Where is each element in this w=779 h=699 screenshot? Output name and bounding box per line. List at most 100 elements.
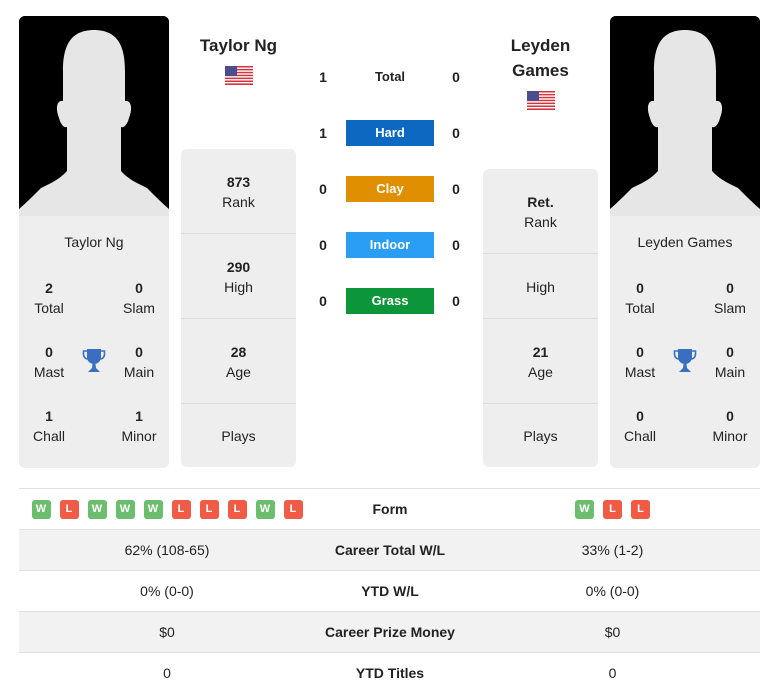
h2h-indoor-row: 0 Indoor 0	[300, 231, 480, 259]
player1-card-name[interactable]: Taylor Ng	[19, 234, 169, 250]
h2h-grass-p1: 0	[319, 293, 327, 309]
titles-minor-value: 0	[726, 408, 734, 424]
h2h-indoor-p1: 0	[319, 237, 327, 253]
h2h-clay-p1: 0	[319, 181, 327, 197]
player1-ytd-wl: 0% (0-0)	[140, 583, 194, 599]
titles-main-value: 0	[135, 344, 143, 360]
titles-minor: 1 Minor	[109, 406, 169, 446]
player1-form: WLWWWLLLWL	[19, 489, 315, 529]
surface-indoor-badge[interactable]: Indoor	[346, 232, 434, 258]
form-win-badge[interactable]: W	[143, 499, 163, 519]
player2-career-wl: 33% (1-2)	[581, 542, 644, 558]
player2-card-name[interactable]: Leyden Games	[610, 234, 760, 250]
titles-main: 0 Main	[109, 342, 169, 382]
form-loss-badge[interactable]: L	[283, 499, 303, 519]
player2-age: 21 Age	[483, 319, 598, 404]
silhouette-icon	[19, 16, 169, 216]
titles-chall-label: Chall	[624, 428, 656, 444]
player1-photo[interactable]	[19, 16, 169, 216]
player1-ytd-titles: 0	[163, 665, 171, 681]
form-label: Form	[372, 501, 408, 517]
surface-clay-badge[interactable]: Clay	[346, 176, 434, 202]
player2-stats-panel: Ret. Rank High 21 Age Plays	[483, 169, 598, 467]
form-loss-badge[interactable]: L	[59, 499, 79, 519]
titles-main: 0 Main	[700, 342, 760, 382]
titles-total-value: 2	[45, 280, 53, 296]
player2-rank-value: Ret.	[527, 193, 554, 210]
player2-plays: Plays	[483, 404, 598, 467]
titles-slam-value: 0	[135, 280, 143, 296]
form-win-badge[interactable]: W	[115, 499, 135, 519]
ytd-wl-label: YTD W/L	[361, 583, 419, 599]
player2-plays-label: Plays	[523, 427, 558, 444]
h2h-hard-row: 1 Hard 0	[300, 119, 480, 147]
career-wl-label: Career Total W/L	[334, 542, 446, 558]
titles-main-label: Main	[714, 364, 746, 380]
player1-stats-panel: 873 Rank 290 High 28 Age Plays	[181, 149, 296, 467]
player2-age-label: Age	[528, 363, 553, 380]
player1-plays: Plays	[181, 404, 296, 467]
form-loss-badge[interactable]: L	[227, 499, 247, 519]
form-win-badge[interactable]: W	[255, 499, 275, 519]
form-win-badge[interactable]: W	[575, 499, 594, 519]
titles-mast-value: 0	[45, 344, 53, 360]
ytd-titles-label: YTD Titles	[355, 665, 425, 681]
h2h-clay-row: 0 Clay 0	[300, 175, 480, 203]
player1-plays-label: Plays	[221, 427, 256, 444]
trophy-icon	[82, 348, 106, 374]
player2-titles-grid: 0 Total 0 Slam 0 Mast 0 Main 0 Chall 0 M…	[610, 278, 760, 468]
form-loss-badge[interactable]: L	[171, 499, 191, 519]
player2-form-badges: WLL	[465, 489, 760, 529]
surface-grass-badge[interactable]: Grass	[346, 288, 434, 314]
h2h-grass-p2: 0	[452, 293, 460, 309]
h2h-indoor-p2: 0	[452, 237, 460, 253]
surface-hard-badge[interactable]: Hard	[346, 120, 434, 146]
titles-minor: 0 Minor	[700, 406, 760, 446]
player2-high-label: High	[526, 278, 555, 295]
player2-photo[interactable]	[610, 16, 760, 216]
player1-high: 290 High	[181, 234, 296, 319]
h2h-total-p2: 0	[452, 69, 460, 85]
player2-form: WLL	[465, 489, 760, 529]
h2h-total-row: 1 Total 0	[300, 63, 480, 91]
player1-name-link[interactable]: Taylor Ng	[181, 33, 296, 58]
ytd-titles-row: 0 YTD Titles 0	[19, 653, 760, 694]
prize-money-row: $0 Career Prize Money $0	[19, 612, 760, 653]
titles-mast-label: Mast	[624, 364, 656, 380]
form-row: WLWWWLLLWL Form WLL	[19, 489, 760, 530]
ytd-wl-row: 0% (0-0) YTD W/L 0% (0-0)	[19, 571, 760, 612]
form-loss-badge[interactable]: L	[603, 499, 622, 519]
trophy-icon	[673, 348, 697, 374]
form-loss-badge[interactable]: L	[631, 499, 650, 519]
player1-age: 28 Age	[181, 319, 296, 404]
player1-card: Taylor Ng 2 Total 0 Slam 0 Mast 0 Main 1…	[19, 16, 169, 468]
us-flag-icon	[225, 66, 253, 85]
player2-rank-label: Rank	[524, 213, 557, 230]
player2-ytd-wl: 0% (0-0)	[585, 583, 640, 599]
player1-rank-value: 873	[226, 173, 251, 190]
surface-total-label: Total	[374, 69, 406, 84]
player2-prize-money: $0	[604, 624, 621, 640]
form-win-badge[interactable]: W	[87, 499, 107, 519]
titles-main-value: 0	[726, 344, 734, 360]
titles-total-label: Total	[625, 300, 655, 316]
player2-card: Leyden Games 0 Total 0 Slam 0 Mast 0 Mai…	[610, 16, 760, 468]
h2h-clay-p2: 0	[452, 181, 460, 197]
titles-mast: 0 Mast	[19, 342, 79, 382]
h2h-hard-p2: 0	[452, 125, 460, 141]
titles-total-label: Total	[34, 300, 64, 316]
player2-rank: Ret. Rank	[483, 169, 598, 254]
form-loss-badge[interactable]: L	[199, 499, 219, 519]
titles-slam: 0 Slam	[109, 278, 169, 318]
player2-name-line1: Leyden	[510, 36, 571, 55]
player1-career-wl: 62% (108-65)	[124, 542, 210, 558]
titles-chall-label: Chall	[33, 428, 65, 444]
player2-high: High	[483, 244, 598, 329]
form-win-badge[interactable]: W	[31, 499, 51, 519]
player2-ytd-titles: 0	[608, 665, 617, 681]
h2h-hard-p1: 1	[319, 125, 327, 141]
h2h-total-p1: 1	[319, 69, 327, 85]
player1-rank: 873 Rank	[181, 149, 296, 234]
titles-slam-label: Slam	[714, 300, 746, 316]
player2-name-link[interactable]: Leyden Games	[483, 33, 598, 83]
